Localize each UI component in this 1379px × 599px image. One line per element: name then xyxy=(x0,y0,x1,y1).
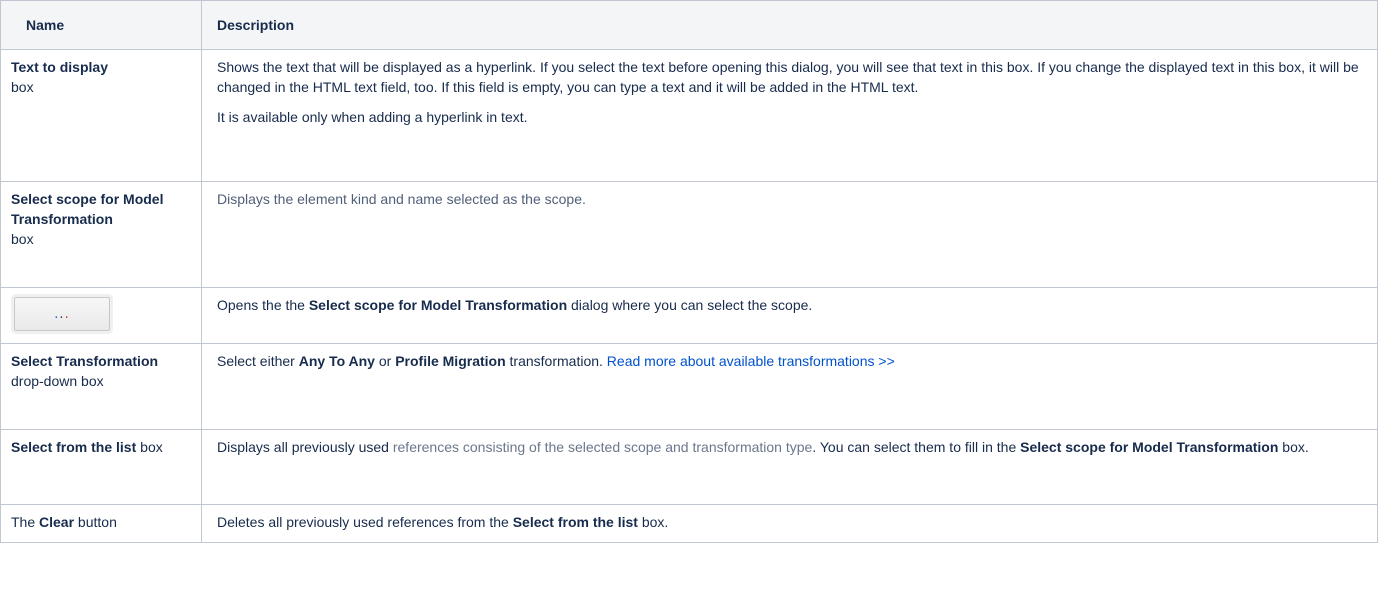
field-prefix: The xyxy=(11,514,40,530)
description-text: or xyxy=(374,353,396,369)
row-desc-text-to-display: Shows the text that will be displayed as… xyxy=(201,49,1378,182)
table-row: Select scope for Model Transformation bo… xyxy=(0,181,1378,288)
description-table: Name Description Text to display box Sho… xyxy=(0,0,1378,543)
description-text: transformation. xyxy=(505,353,607,369)
row-name-clear-button: The Clear button xyxy=(0,504,202,543)
row-desc-clear-button: Deletes all previously used references f… xyxy=(201,504,1378,543)
ellipsis-icon: ... xyxy=(54,307,70,322)
table-row: ... Opens the the Select scope for Model… xyxy=(0,287,1378,344)
transformation-option: Profile Migration xyxy=(395,353,506,369)
field-type: box xyxy=(11,231,34,247)
field-type: button xyxy=(74,514,117,530)
field-reference: Select scope for Model Transformation xyxy=(1020,439,1279,455)
field-type: box xyxy=(11,79,34,95)
description-text: Displays the element kind and name selec… xyxy=(217,191,586,207)
row-name-ellipsis-button: ... xyxy=(0,287,202,344)
dialog-name: Select scope for Model Transformation xyxy=(308,297,568,313)
field-name: Text to display xyxy=(11,59,108,75)
description-text: box. xyxy=(1278,439,1309,455)
description-highlight: references consisting of the selected sc… xyxy=(392,439,813,455)
table-header-row: Name Description xyxy=(0,0,1378,50)
field-name: Clear xyxy=(39,514,75,530)
description-paragraph: Shows the text that will be displayed as… xyxy=(217,59,1359,95)
table-row: The Clear button Deletes all previously … xyxy=(0,504,1378,543)
description-text: box. xyxy=(637,514,669,530)
read-more-link[interactable]: Read more about available transformation… xyxy=(607,353,895,369)
description-text: Displays all previously used xyxy=(217,439,393,455)
field-name: Select from the list xyxy=(11,439,137,455)
description-text: Opens the the xyxy=(217,297,309,313)
row-name-select-scope: Select scope for Model Transformation bo… xyxy=(0,181,202,288)
description-text: dialog where you can select the scope. xyxy=(567,297,813,313)
field-name: Select Transformation xyxy=(11,353,159,369)
table-row: Text to display box Shows the text that … xyxy=(0,49,1378,182)
row-desc-ellipsis-button: Opens the the Select scope for Model Tra… xyxy=(201,287,1378,344)
description-text: Select either xyxy=(217,353,299,369)
field-reference: Select from the list xyxy=(512,514,638,530)
table-row: Select from the list box Displays all pr… xyxy=(0,429,1378,505)
row-name-text-to-display: Text to display box xyxy=(0,49,202,182)
row-desc-select-scope: Displays the element kind and name selec… xyxy=(201,181,1378,288)
description-text: . You can select them to fill in the xyxy=(812,439,1021,455)
transformation-option: Any To Any xyxy=(298,353,375,369)
ellipsis-button-image: ... xyxy=(14,297,110,331)
row-name-select-transformation: Select Transformation drop-down box xyxy=(0,343,202,430)
field-type: drop-down box xyxy=(11,373,104,389)
description-text: Deletes all previously used references f… xyxy=(217,514,513,530)
description-column-header: Description xyxy=(201,0,1378,50)
field-name: Select scope for Model Transformation xyxy=(11,191,164,227)
row-desc-select-from-list: Displays all previously used references … xyxy=(201,429,1378,505)
description-note: It is available only when adding a hyper… xyxy=(217,109,528,125)
row-desc-select-transformation: Select either Any To Any or Profile Migr… xyxy=(201,343,1378,430)
field-type: box xyxy=(136,439,163,455)
table-row: Select Transformation drop-down box Sele… xyxy=(0,343,1378,430)
name-column-header: Name xyxy=(0,0,202,50)
row-name-select-from-list: Select from the list box xyxy=(0,429,202,505)
